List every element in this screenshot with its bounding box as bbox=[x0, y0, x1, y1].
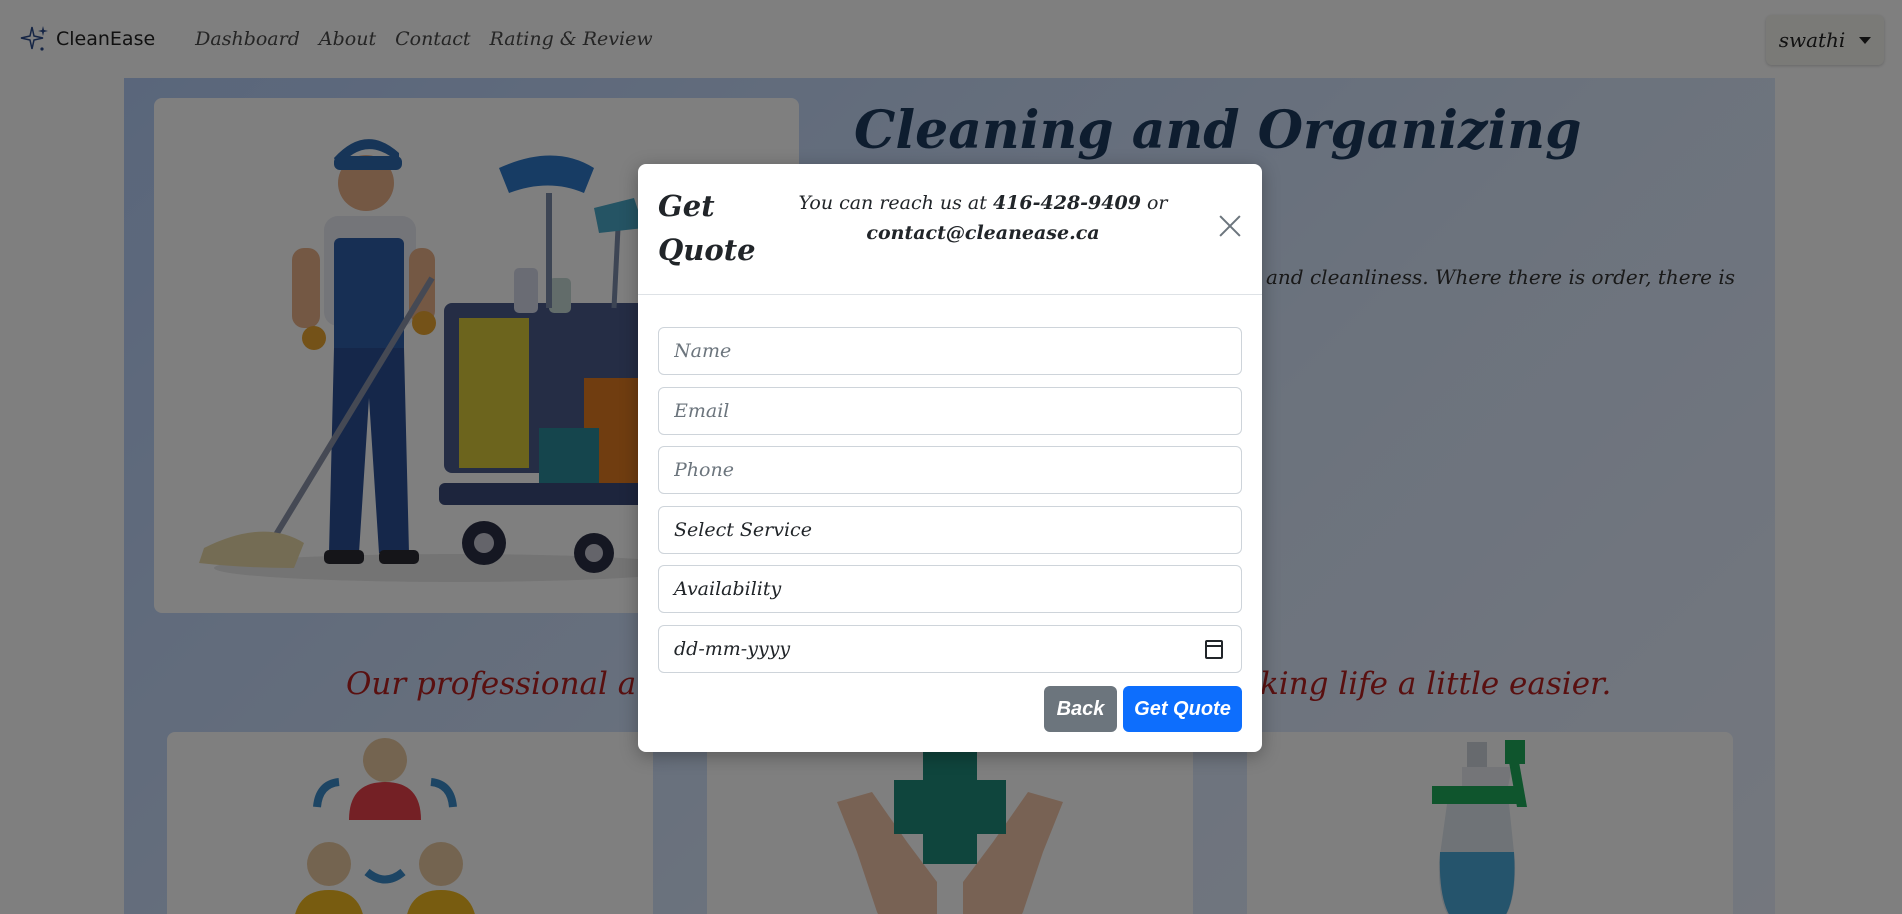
contact-email: contact@cleanease.ca bbox=[866, 222, 1100, 244]
availability-select-value: Availability bbox=[674, 578, 782, 600]
contact-prefix: You can reach us at bbox=[798, 192, 987, 214]
phone-input[interactable] bbox=[658, 446, 1242, 494]
date-input-value: dd-mm-yyyy bbox=[674, 638, 791, 660]
close-icon[interactable] bbox=[1216, 212, 1244, 240]
service-select[interactable]: Select Service bbox=[658, 506, 1242, 554]
calendar-icon[interactable] bbox=[1205, 640, 1223, 659]
get-quote-modal: Get Quote You can reach us at 416-428-94… bbox=[638, 164, 1262, 752]
email-input[interactable] bbox=[658, 387, 1242, 435]
contact-phone: 416-428-9409 bbox=[992, 192, 1141, 214]
name-input[interactable] bbox=[658, 327, 1242, 375]
modal-header: Get Quote You can reach us at 416-428-94… bbox=[638, 164, 1262, 295]
service-select-value: Select Service bbox=[674, 519, 812, 541]
modal-title: Get Quote bbox=[658, 189, 756, 267]
modal-contact-info: You can reach us at 416-428-9409 or cont… bbox=[788, 188, 1178, 248]
get-quote-button[interactable]: Get Quote bbox=[1123, 686, 1242, 732]
availability-select[interactable]: Availability bbox=[658, 565, 1242, 613]
date-input[interactable]: dd-mm-yyyy bbox=[658, 625, 1242, 673]
contact-or: or bbox=[1146, 192, 1168, 214]
back-button[interactable]: Back bbox=[1044, 686, 1117, 732]
